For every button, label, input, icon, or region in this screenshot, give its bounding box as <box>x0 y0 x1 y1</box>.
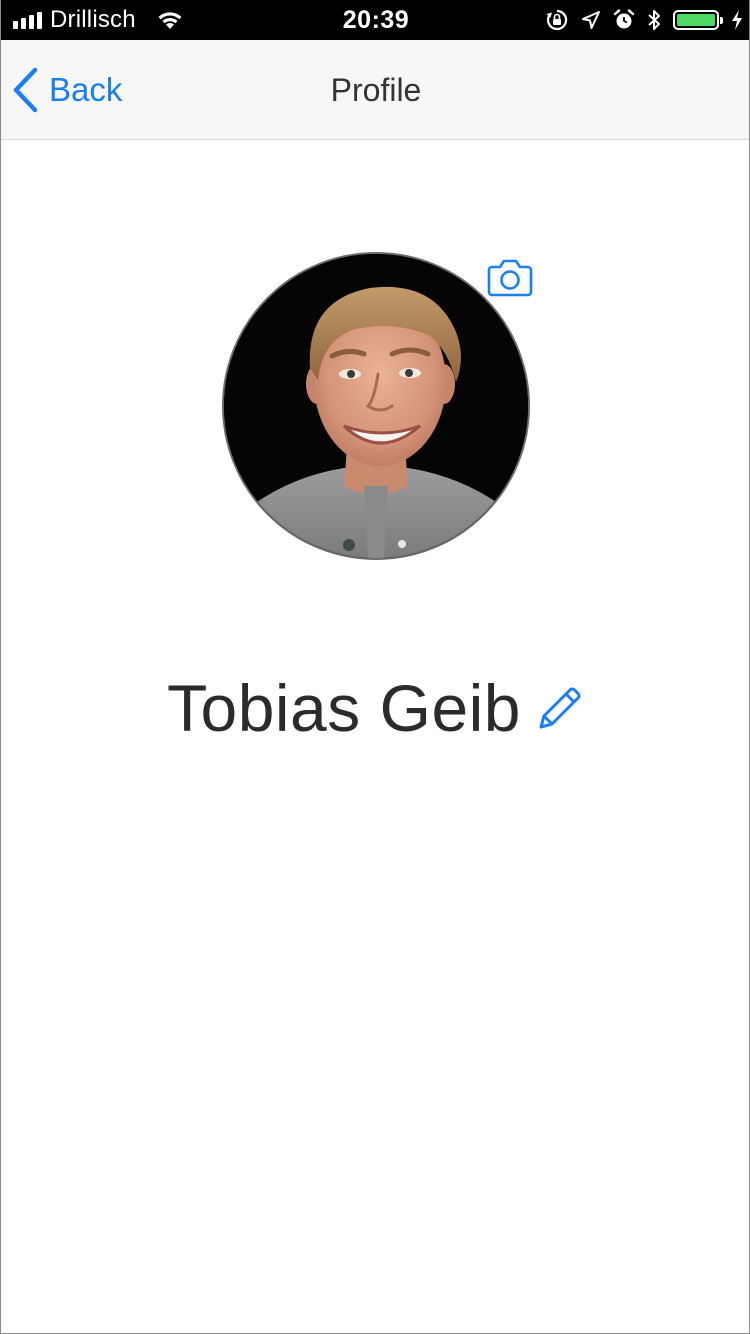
profile-name: Tobias Geib <box>166 671 522 745</box>
battery-icon <box>673 10 723 30</box>
pencil-icon[interactable] <box>535 685 583 733</box>
charging-icon <box>732 10 742 30</box>
orientation-lock-icon <box>546 9 568 31</box>
profile-name-row: Tobias Geib <box>1 668 749 748</box>
battery-level <box>677 14 715 26</box>
navigation-bar: Back Profile <box>1 40 749 140</box>
back-label: Back <box>49 71 123 108</box>
alarm-icon <box>613 9 635 29</box>
status-bar-right <box>545 0 743 40</box>
bluetooth-icon <box>648 10 660 30</box>
camera-icon[interactable] <box>487 258 533 298</box>
chevron-left-icon <box>13 67 38 113</box>
back-button[interactable]: Back <box>11 40 122 140</box>
profile-screen: Drillisch 20:39 Back Profile Tobias Geib <box>0 0 750 1334</box>
profile-photo <box>224 254 528 558</box>
profile-avatar[interactable] <box>222 252 530 560</box>
status-bar: Drillisch 20:39 <box>1 0 749 40</box>
location-icon <box>582 11 600 29</box>
